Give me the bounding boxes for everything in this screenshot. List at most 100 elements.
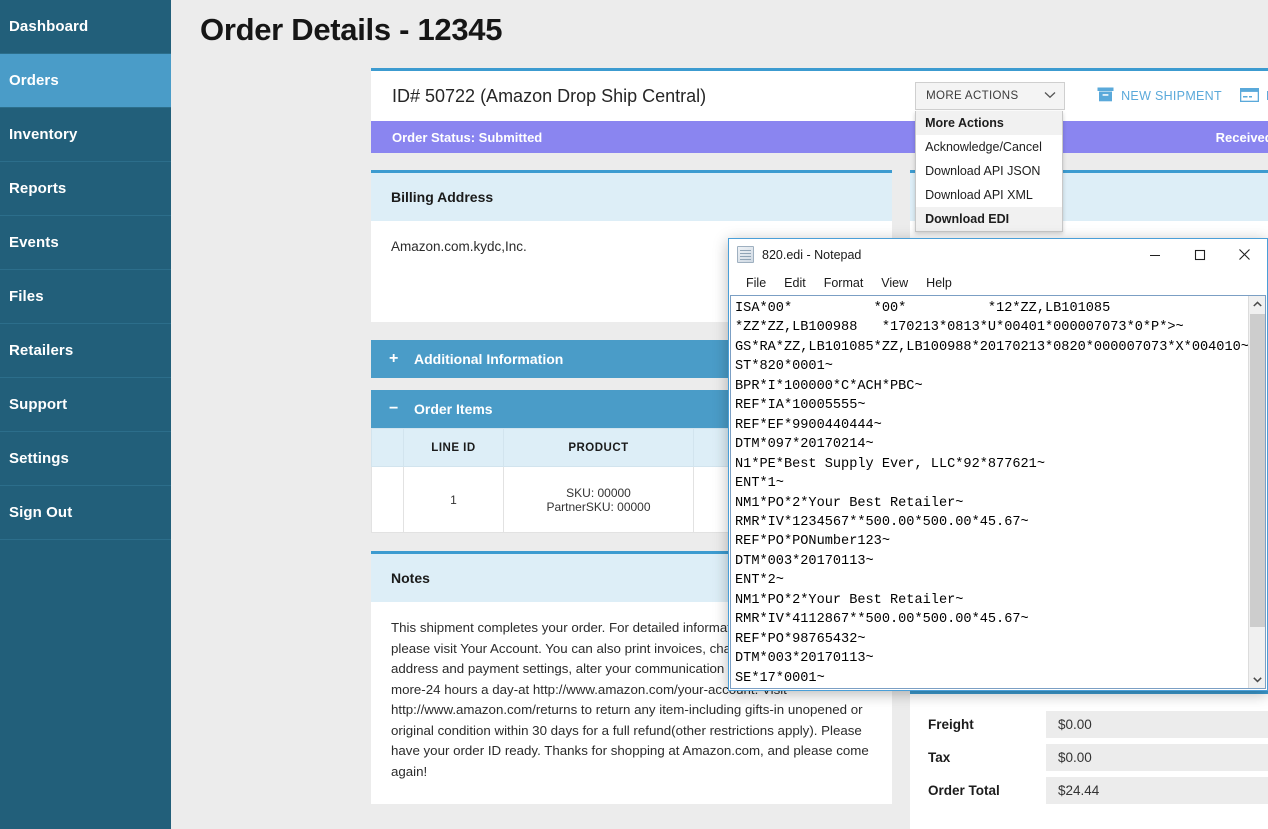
package-box-icon	[1097, 87, 1114, 105]
menu-item-download-edi[interactable]: Download EDI	[916, 207, 1063, 231]
sidebar-item-label: Dashboard	[9, 18, 89, 35]
sidebar-item-label: Sign Out	[9, 504, 73, 521]
order-header-card: ID# 50722 (Amazon Drop Ship Central) MOR…	[371, 68, 1268, 232]
new-shipment-label: NEW SHIPMENT	[1121, 89, 1222, 103]
sidebar-item-files[interactable]: Files	[0, 270, 171, 324]
menu-file[interactable]: File	[737, 276, 775, 290]
totals-row-tax: Tax $0.00	[928, 741, 1268, 774]
notepad-text-area-wrap: ISA*00* *00* *12*ZZ,LB101085 *ZZ*ZZ,LB10…	[730, 295, 1266, 689]
maximize-icon[interactable]	[1177, 239, 1222, 270]
cell-line-id: 1	[403, 466, 504, 533]
order-totals-panel: Freight $0.00 Tax $0.00 Order Total $24.…	[910, 691, 1268, 829]
cell-sku: SKU: 00000	[566, 485, 631, 500]
notepad-menubar: File Edit Format View Help	[729, 270, 1267, 295]
scroll-up-glyph	[1252, 301, 1262, 307]
more-actions-dropdown: MORE ACTIONS More Actions Acknowledge/Ca…	[915, 82, 1066, 232]
column-line-id: LINE ID	[403, 428, 504, 467]
menu-item-label: Download API JSON	[925, 164, 1041, 178]
order-items-label: Order Items	[414, 401, 493, 417]
notepad-window-controls	[1132, 239, 1267, 270]
new-invoice-button[interactable]: NEW INVOICE	[1239, 87, 1268, 105]
totals-value-order-total: $24.44	[1046, 777, 1268, 804]
sidebar-item-dashboard[interactable]: Dashboard	[0, 0, 171, 54]
more-actions-menu: More Actions Acknowledge/Cancel Download…	[915, 111, 1064, 232]
menu-item-label: Download EDI	[925, 212, 1010, 226]
sidebar-item-label: Orders	[9, 72, 59, 89]
totals-row-freight: Freight $0.00	[928, 708, 1268, 741]
notepad-window[interactable]: 820.edi - Notepad File Edit Format View …	[728, 238, 1268, 691]
menu-view[interactable]: View	[872, 276, 917, 290]
scrollbar-thumb[interactable]	[1249, 314, 1265, 627]
order-id-label: ID# 50722 (Amazon Drop Ship Central)	[392, 85, 707, 106]
chevron-down-icon	[1044, 91, 1056, 102]
order-header-row: ID# 50722 (Amazon Drop Ship Central) MOR…	[371, 71, 1268, 232]
scroll-up-icon[interactable]	[1249, 296, 1266, 313]
additional-information-label: Additional Information	[414, 351, 564, 367]
minus-icon: −	[389, 400, 399, 417]
scroll-down-glyph	[1252, 677, 1262, 683]
order-status-text: Order Status: Submitted	[392, 129, 543, 145]
notepad-app-icon	[737, 246, 754, 263]
order-status-bar: Order Status: Submitted Received: 11/03/…	[371, 121, 1268, 153]
menu-item-acknowledge-cancel[interactable]: Acknowledge/Cancel	[916, 135, 1062, 159]
billing-address-header: Billing Address	[371, 173, 892, 221]
totals-label-order-total: Order Total	[928, 783, 1000, 798]
sidebar-item-label: Settings	[9, 450, 69, 467]
sidebar-item-label: Support	[9, 396, 68, 413]
plus-icon: +	[389, 350, 399, 367]
sidebar-item-reports[interactable]: Reports	[0, 162, 171, 216]
sidebar-item-label: Events	[9, 234, 59, 251]
menu-format[interactable]: Format	[815, 276, 873, 290]
totals-label-freight: Freight	[928, 717, 974, 732]
maximize-glyph	[1194, 249, 1205, 260]
chevron-down-glyph	[1044, 91, 1056, 98]
notepad-scrollbar[interactable]	[1248, 296, 1265, 688]
notepad-title-text: 820.edi - Notepad	[762, 247, 862, 262]
column-product: PRODUCT	[503, 428, 694, 467]
package-box-glyph	[1097, 87, 1114, 102]
cell-select	[371, 466, 404, 533]
scroll-down-icon[interactable]	[1249, 671, 1266, 688]
page-title: Order Details - 12345	[200, 12, 503, 47]
minimize-glyph	[1149, 254, 1160, 256]
sidebar-item-events[interactable]: Events	[0, 216, 171, 270]
sidebar-item-label: Reports	[9, 180, 67, 197]
menu-item-label: More Actions	[925, 116, 1004, 130]
notepad-text-area[interactable]: ISA*00* *00* *12*ZZ,LB101085 *ZZ*ZZ,LB10…	[731, 296, 1248, 688]
menu-item-download-api-json[interactable]: Download API JSON	[916, 159, 1062, 183]
sidebar-item-label: Retailers	[9, 342, 74, 359]
sidebar: Dashboard Orders Inventory Reports Event…	[0, 0, 171, 829]
totals-value-freight: $0.00	[1046, 711, 1268, 738]
order-received-text: Received: 11/03/2016 04:24 PM	[1215, 129, 1268, 145]
sidebar-item-retailers[interactable]: Retailers	[0, 324, 171, 378]
sidebar-item-inventory[interactable]: Inventory	[0, 108, 171, 162]
order-totals-body: Freight $0.00 Tax $0.00 Order Total $24.…	[910, 694, 1268, 829]
close-glyph	[1239, 249, 1250, 260]
menu-help[interactable]: Help	[917, 276, 961, 290]
menu-item-label: Acknowledge/Cancel	[925, 140, 1042, 154]
menu-item-more-actions[interactable]: More Actions	[916, 111, 1063, 135]
more-actions-button[interactable]: MORE ACTIONS	[915, 82, 1066, 110]
cell-product: SKU: 00000 PartnerSKU: 00000	[503, 466, 694, 533]
menu-edit[interactable]: Edit	[775, 276, 815, 290]
more-actions-button-label: MORE ACTIONS	[926, 90, 1019, 102]
totals-row-order-total: Order Total $24.44	[928, 774, 1268, 807]
sidebar-item-orders[interactable]: Orders	[0, 54, 171, 108]
menu-item-download-api-xml[interactable]: Download API XML	[916, 183, 1062, 207]
sidebar-item-settings[interactable]: Settings	[0, 432, 171, 486]
column-select	[371, 428, 404, 467]
cell-partner-sku: PartnerSKU: 00000	[546, 499, 651, 514]
notepad-titlebar[interactable]: 820.edi - Notepad	[729, 239, 1267, 270]
sidebar-item-label: Files	[9, 288, 44, 305]
menu-item-label: Download API XML	[925, 188, 1033, 202]
sidebar-item-sign-out[interactable]: Sign Out	[0, 486, 171, 540]
close-icon[interactable]	[1222, 239, 1267, 270]
invoice-card-glyph	[1239, 87, 1260, 102]
totals-label-tax: Tax	[928, 750, 951, 765]
invoice-card-icon	[1239, 87, 1260, 105]
minimize-icon[interactable]	[1132, 239, 1177, 270]
new-shipment-button[interactable]: NEW SHIPMENT	[1097, 87, 1222, 105]
sidebar-item-label: Inventory	[9, 126, 78, 143]
sidebar-item-support[interactable]: Support	[0, 378, 171, 432]
header-actions: MORE ACTIONS More Actions Acknowledge/Ca…	[915, 82, 1268, 232]
